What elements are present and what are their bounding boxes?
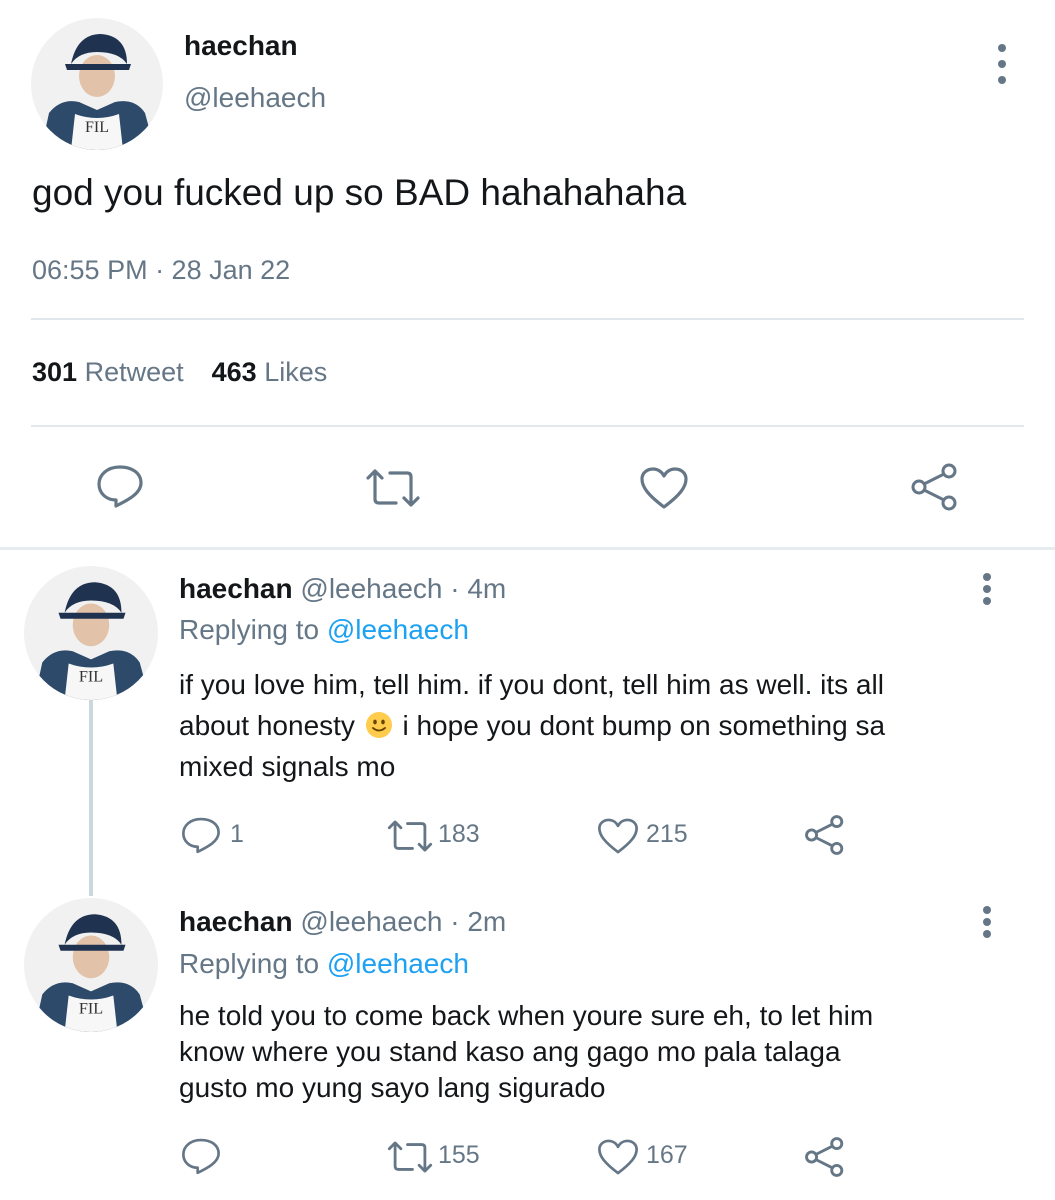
text-fragment: i hope you dont bump on something sa <box>402 710 886 741</box>
svg-text:FIL: FIL <box>79 668 103 686</box>
like-button[interactable] <box>596 816 640 856</box>
like-count: 215 <box>646 820 688 848</box>
reply-button[interactable] <box>180 815 222 855</box>
dot-icon <box>983 918 991 926</box>
text-line: mixed signals mo <box>179 751 396 782</box>
text-line: he told you to come back when youre sure… <box>179 1000 874 1031</box>
display-name[interactable]: haechan <box>179 906 293 937</box>
smiley-emoji-icon <box>365 712 392 738</box>
share-button[interactable] <box>910 462 960 512</box>
heart-icon <box>598 1139 638 1175</box>
likes-label: Likes <box>264 357 328 387</box>
more-options-button[interactable] <box>975 906 999 938</box>
reply-header: haechan @leehaech · 2m <box>179 906 506 938</box>
retweet-button[interactable] <box>386 818 434 854</box>
text-line: know where you stand kaso ang gago mo pa… <box>179 1036 841 1067</box>
retweet-icon <box>387 1141 433 1173</box>
share-button[interactable] <box>804 814 846 856</box>
reply-button[interactable] <box>95 463 145 509</box>
share-icon <box>911 463 957 511</box>
replying-handle-link[interactable]: @leehaech <box>327 614 469 645</box>
replying-to: Replying to @leehaech <box>179 614 469 646</box>
retweet-count: 183 <box>438 820 480 848</box>
avatar[interactable]: FIL <box>24 566 158 700</box>
dot-icon <box>983 906 991 914</box>
retweet-stat[interactable]: 301 Retweet <box>32 357 184 387</box>
retweet-label: Retweet <box>84 357 184 387</box>
retweet-count: 301 <box>32 357 78 387</box>
dot-icon <box>983 597 991 605</box>
text-line: gusto mo yung sayo lang sigurado <box>179 1072 606 1103</box>
like-count: 167 <box>646 1141 688 1169</box>
dot-icon <box>998 76 1006 84</box>
reply-text: he told you to come back when youre sure… <box>179 998 999 1106</box>
reply-text: if you love him, tell him. if you dont, … <box>179 664 999 787</box>
thread-line <box>89 700 93 896</box>
like-button[interactable] <box>638 465 690 511</box>
reply-header: haechan @leehaech · 4m <box>179 573 506 605</box>
more-options-button[interactable] <box>990 44 1014 84</box>
likes-stat[interactable]: 463 Likes <box>212 357 328 387</box>
tweet-text: god you fucked up so BAD hahahahaha <box>32 172 687 213</box>
dot-icon <box>983 585 991 593</box>
heart-icon <box>640 467 688 509</box>
retweet-count: 155 <box>438 1141 480 1169</box>
heart-icon <box>598 818 638 854</box>
dot-icon <box>983 930 991 938</box>
share-button[interactable] <box>804 1136 846 1178</box>
text-fragment: about honesty <box>179 710 355 741</box>
share-icon <box>805 815 844 855</box>
replying-label: Replying to <box>179 948 320 979</box>
handle[interactable]: @leehaech <box>184 82 326 114</box>
replying-label: Replying to <box>179 614 320 645</box>
handle-time[interactable]: @leehaech · 4m <box>300 573 506 604</box>
reply-count: 1 <box>230 820 244 848</box>
divider <box>31 425 1024 427</box>
like-count: 463 <box>211 357 257 387</box>
timestamp[interactable]: 06:55 PM · 28 Jan 22 <box>32 255 290 286</box>
reply-icon <box>182 1138 220 1175</box>
avatar-photo: FIL <box>24 898 158 1032</box>
replying-handle-link[interactable]: @leehaech <box>327 948 469 979</box>
avatar-photo: FIL <box>31 18 163 150</box>
text-line: if you love him, tell him. if you dont, … <box>179 669 884 700</box>
reply-button[interactable] <box>180 1136 222 1176</box>
text-line: about honesty i hope you dont bump on so… <box>179 705 999 746</box>
avatar[interactable]: FIL <box>31 18 163 150</box>
share-icon <box>805 1137 844 1177</box>
more-options-button[interactable] <box>975 573 999 605</box>
display-name[interactable]: haechan <box>184 30 298 62</box>
engagement-stats: 301 Retweet 463 Likes <box>32 357 327 388</box>
reply-icon <box>182 817 220 854</box>
handle-time[interactable]: @leehaech · 2m <box>300 906 506 937</box>
svg-text:FIL: FIL <box>85 119 109 136</box>
avatar[interactable]: FIL <box>24 898 158 1032</box>
reply-icon <box>97 465 143 508</box>
divider <box>31 318 1024 320</box>
dot-icon <box>998 60 1006 68</box>
replying-to: Replying to @leehaech <box>179 948 469 980</box>
retweet-icon <box>366 469 420 507</box>
dot-icon <box>983 573 991 581</box>
section-separator <box>0 547 1055 550</box>
dot-icon <box>998 44 1006 52</box>
display-name[interactable]: haechan <box>179 573 293 604</box>
retweet-button[interactable] <box>364 467 422 509</box>
retweet-button[interactable] <box>386 1139 434 1175</box>
retweet-icon <box>387 820 433 852</box>
avatar-photo: FIL <box>24 566 158 700</box>
like-button[interactable] <box>596 1137 640 1177</box>
svg-text:FIL: FIL <box>79 1000 103 1018</box>
